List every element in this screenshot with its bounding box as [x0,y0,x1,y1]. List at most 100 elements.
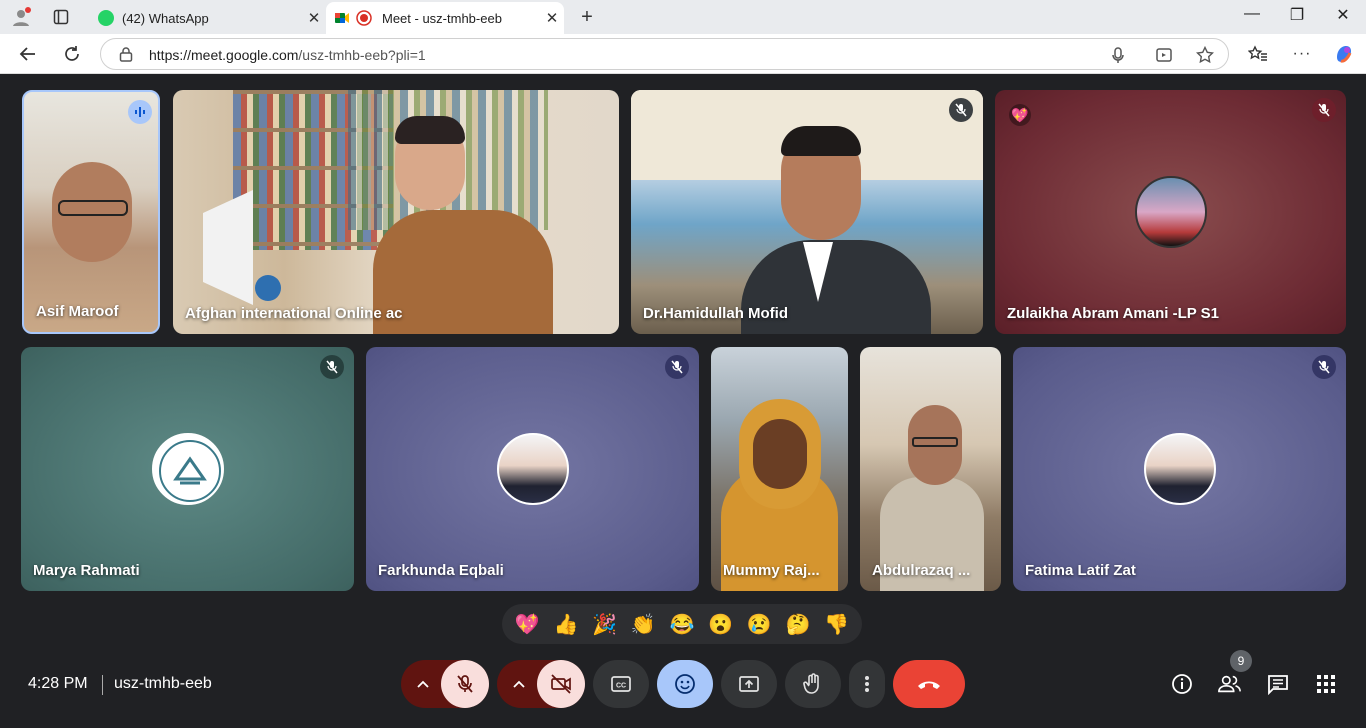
participant-tile[interactable]: Farkhunda Eqbali [366,347,699,591]
reaction-surprised-button[interactable]: 😮 [703,612,739,637]
microphone-control [401,660,489,708]
participant-tile[interactable]: Marya Rahmati [21,347,354,591]
back-button[interactable] [16,43,40,65]
more-options-button[interactable] [849,660,885,708]
captions-button[interactable]: CC [593,660,649,708]
participant-name: Farkhunda Eqbali [378,562,504,579]
meeting-details-button[interactable] [1170,672,1194,696]
present-screen-icon [739,676,759,692]
avatar [496,433,569,505]
reaction-sad-button[interactable]: 😢 [741,612,777,637]
flag-shape [203,190,253,305]
url-path: /usz-tmhb-eeb?pli=1 [298,47,426,63]
activities-button[interactable] [1314,672,1338,696]
url-domain: https://meet.google.com [149,47,299,63]
participant-name: Afghan international Online ac [185,305,403,322]
reaction-heart-button[interactable]: 💖 [509,612,545,637]
mic-off-icon [665,355,689,379]
participant-tile[interactable]: 💖 Zulaikha Abram Amani -LP S1 [995,90,1346,334]
mic-off-icon [320,355,344,379]
present-screen-button[interactable] [721,660,777,708]
people-count-badge: 9 [1230,650,1252,672]
participant-name: Mummy Raj... [723,562,820,579]
url-bar[interactable]: https://meet.google.com/usz-tmhb-eeb?pli… [100,38,1229,70]
reaction-thumbs-up-button[interactable]: 👍 [548,612,584,637]
people-icon [1218,675,1241,693]
address-bar-row: https://meet.google.com/usz-tmhb-eeb?pli… [0,34,1366,74]
favorites-icon[interactable] [1246,43,1270,65]
more-vert-icon [865,676,869,692]
participant-tile[interactable]: Asif Maroof [22,90,160,334]
participant-tile[interactable]: Mummy Raj... [711,347,848,591]
microphone-icon[interactable] [1109,46,1127,64]
avatar [151,433,224,505]
reactions-bar: 💖 👍 🎉 👏 😂 😮 😢 🤔 👎 [502,604,862,644]
participant-tile[interactable]: Abdulrazaq ... [860,347,1001,591]
avatar [1134,176,1207,248]
hand-icon [803,673,819,694]
camera-control [497,660,585,708]
tab-title: Meet - usz-tmhb-eeb [382,10,502,26]
meeting-time: 4:28 PM [28,675,88,692]
participant-name: Zulaikha Abram Amani -LP S1 [1007,305,1219,322]
close-window-button[interactable]: ✕ [1328,5,1358,25]
glasses-shape [912,437,958,447]
whatsapp-icon [98,10,114,26]
svg-text:CC: CC [616,683,626,690]
emoji-reactions-button[interactable] [657,660,713,708]
apps-grid-icon [1317,675,1335,693]
participant-name: Abdulrazaq ... [872,562,971,579]
participant-tile[interactable]: Dr.Hamidullah Mofid [631,90,983,334]
minimize-button[interactable]: — [1237,5,1267,23]
browser-tab-bar: (42) WhatsApp ✕ Meet - usz-tmhb-eeb ✕ + … [0,0,1366,34]
closed-captions-icon: CC [611,676,631,692]
tab-whatsapp[interactable]: (42) WhatsApp ✕ [88,2,326,34]
close-tab-icon[interactable]: ✕ [302,9,326,27]
reaction-thumbs-down-button[interactable]: 👎 [819,612,855,637]
app-available-icon[interactable] [1155,46,1173,64]
camera-toggle-button[interactable] [537,660,585,708]
speaking-indicator-icon [128,100,152,124]
people-button[interactable] [1218,672,1242,696]
avatar [1143,433,1216,505]
reload-button[interactable] [60,43,84,65]
reaction-clap-button[interactable]: 👏 [625,612,661,637]
mic-toggle-button[interactable] [441,660,489,708]
participant-face [753,419,807,489]
tab-meet[interactable]: Meet - usz-tmhb-eeb ✕ [326,2,564,34]
info-icon [1172,674,1192,694]
tab-actions-icon[interactable] [50,6,72,28]
chat-icon [1268,675,1288,695]
meeting-code[interactable]: usz-tmhb-eeb [114,675,212,693]
lock-icon[interactable] [119,46,133,62]
mic-off-icon [457,675,473,693]
reaction-party-button[interactable]: 🎉 [587,612,623,637]
participant-name: Dr.Hamidullah Mofid [643,305,789,322]
participant-tile[interactable]: Afghan international Online ac [173,90,619,334]
star-icon[interactable] [1196,46,1214,64]
close-tab-icon[interactable]: ✕ [540,9,564,27]
video-options-button[interactable] [497,660,541,708]
meeting-controls-bar: 4:28 PM usz-tmhb-eeb CC 9 [0,650,1366,716]
participant-name: Fatima Latif Zat [1025,562,1136,579]
leave-call-button[interactable] [893,660,965,708]
url-text[interactable]: https://meet.google.com/usz-tmhb-eeb?pli… [149,47,426,63]
raise-hand-button[interactable] [785,660,841,708]
mic-off-icon [1312,98,1336,122]
chat-button[interactable] [1266,672,1290,696]
divider [102,675,103,695]
participant-name: Marya Rahmati [33,562,140,579]
tab-title: (42) WhatsApp [122,10,209,26]
more-menu-icon[interactable]: ··· [1290,43,1314,65]
maximize-button[interactable]: ❐ [1282,5,1312,25]
audio-options-button[interactable] [401,660,445,708]
reaction-thinking-button[interactable]: 🤔 [780,612,816,637]
participant-tile[interactable]: Fatima Latif Zat [1013,347,1346,591]
participant-hair [781,126,861,156]
globe-shape [255,275,281,301]
copilot-icon[interactable] [1332,43,1356,65]
reaction-laugh-button[interactable]: 😂 [664,612,700,637]
new-tab-button[interactable]: + [576,6,598,28]
profile-icon[interactable] [10,6,32,28]
recording-icon [356,10,372,26]
